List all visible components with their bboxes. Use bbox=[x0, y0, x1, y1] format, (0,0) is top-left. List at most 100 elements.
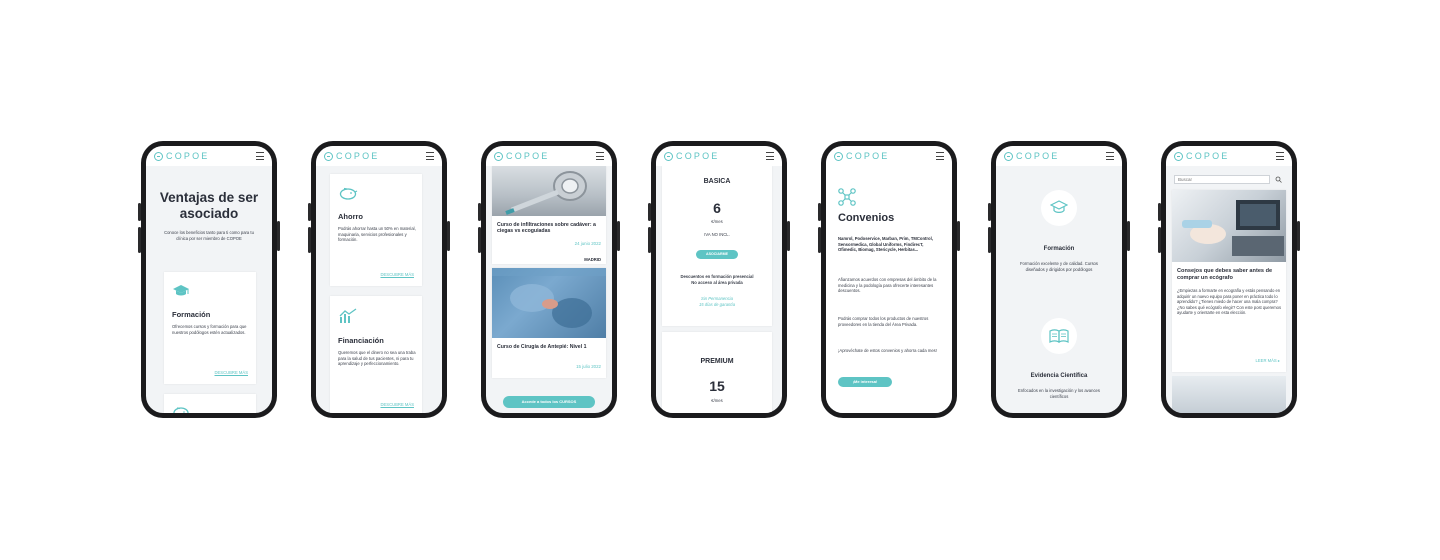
site-logo[interactable]: COPOE bbox=[336, 151, 380, 161]
card-text: Podrás ahorrar hasta un 50% en material,… bbox=[338, 226, 416, 243]
phone-mockup-convenios: COPOE Convenios Namrol, Podoservice, Mar… bbox=[818, 141, 960, 418]
plan-feature: Descuentos en formación presencial bbox=[680, 274, 754, 279]
card-title: Financiación bbox=[338, 336, 384, 345]
join-button[interactable]: ASOCIARME bbox=[696, 250, 738, 259]
site-header: COPOE bbox=[826, 146, 952, 166]
site-logo[interactable]: COPOE bbox=[506, 151, 550, 161]
convenios-paragraph: Afianzamos acuerdos con empresas del ámb… bbox=[838, 277, 937, 294]
plan-price: 15 bbox=[709, 378, 725, 394]
course-date: 15 julio 2022 bbox=[576, 364, 601, 369]
phone-screen: COPOE Buscar Consejos que debes saber an… bbox=[1166, 146, 1292, 413]
hamburger-menu-icon[interactable] bbox=[596, 152, 604, 160]
site-header: COPOE bbox=[656, 146, 782, 166]
all-courses-button[interactable]: Accede a todos los CURSOS bbox=[503, 396, 595, 408]
site-logo[interactable]: COPOE bbox=[676, 151, 720, 161]
search-icon[interactable] bbox=[1275, 176, 1282, 183]
interest-button[interactable]: ¡Me interesa! bbox=[838, 377, 892, 387]
benefit-card-financiacion: Financiación Queremos que el dinero no s… bbox=[330, 296, 422, 413]
discover-more-link[interactable]: DESCUBRE MÁS bbox=[214, 370, 248, 375]
open-book-icon bbox=[1049, 329, 1069, 343]
piggy-bank-icon bbox=[339, 187, 358, 200]
copoe-logo-icon[interactable] bbox=[154, 151, 163, 161]
phone-screen: COPOE BASICA 6 €/mes IVA NO INCL. ASOCIA… bbox=[656, 146, 782, 413]
feature-text: Formación excelente y de calidad. Cursos… bbox=[1020, 261, 1098, 272]
site-logo[interactable]: COPOE bbox=[1186, 151, 1230, 161]
plan-note: 15 días de garantía bbox=[698, 302, 736, 307]
page-title: Ventajas de ser asociado bbox=[159, 190, 259, 221]
plan-price: 6 bbox=[713, 200, 721, 216]
next-post-photo bbox=[1172, 376, 1286, 413]
site-logo[interactable]: COPOE bbox=[1016, 151, 1060, 161]
feature-text: Enfocados en la investigación y los avan… bbox=[1018, 388, 1100, 399]
site-header: COPOE bbox=[486, 146, 612, 166]
plan-feature: No acceso al área privada bbox=[691, 280, 743, 285]
copoe-logo-icon[interactable] bbox=[664, 151, 673, 161]
course-title[interactable]: Curso de Cirugía de Antepié: Nivel 1 bbox=[497, 344, 597, 350]
hamburger-menu-icon[interactable] bbox=[256, 152, 264, 160]
card-title: Formación bbox=[172, 310, 211, 319]
chevron-right-icon: ▸ bbox=[1277, 358, 1280, 363]
ultrasound-photo bbox=[1172, 190, 1286, 262]
site-header: COPOE bbox=[146, 146, 272, 166]
intro-text: Conoce los beneficios tanto para ti como… bbox=[164, 230, 254, 241]
surgery-photo bbox=[492, 268, 606, 338]
convenios-paragraph: ¡Aprovéchate de estos convenios y ahorra… bbox=[838, 348, 937, 353]
post-excerpt: ¿Empiezas a formarte en ecografía y está… bbox=[1177, 288, 1281, 316]
icon-circle bbox=[1041, 318, 1077, 354]
graduation-cap-icon bbox=[1050, 200, 1068, 213]
hamburger-menu-icon[interactable] bbox=[1276, 152, 1284, 160]
phone-mockup-cursos: COPOE Curso de infiltraciones sobre cadá… bbox=[478, 141, 620, 418]
syringe-photo bbox=[492, 166, 606, 216]
hamburger-menu-icon[interactable] bbox=[766, 152, 774, 160]
plan-note: Sin Permanencia bbox=[701, 296, 733, 301]
partner-brands: Namrol, Podoservice, Marban, Prim, TMCon… bbox=[838, 236, 933, 253]
plan-name: PREMIUM bbox=[700, 358, 734, 365]
discover-more-link[interactable]: DESCUBRE MÁS bbox=[380, 402, 414, 407]
card-title: Ahorro bbox=[338, 212, 363, 221]
convenios-paragraph: Podrás comprar todos los productos de nu… bbox=[838, 316, 929, 327]
hamburger-menu-icon[interactable] bbox=[936, 152, 944, 160]
course-card-2[interactable]: Curso de Cirugía de Antepié: Nivel 1 15 … bbox=[492, 268, 606, 378]
card-text: Queremos que el dinero no sea una traba … bbox=[338, 350, 416, 367]
growth-chart-icon bbox=[339, 308, 357, 323]
copoe-logo-icon[interactable] bbox=[1004, 151, 1013, 161]
benefit-card-formacion: Formación Ofrecemos cursos y formación p… bbox=[164, 272, 256, 384]
plan-unit: €/mes bbox=[711, 398, 723, 403]
site-header: COPOE bbox=[316, 146, 442, 166]
phone-screen: COPOE Ventajas de ser asociado Conoce lo… bbox=[146, 146, 272, 413]
copoe-logo-icon[interactable] bbox=[834, 151, 843, 161]
course-title[interactable]: Curso de infiltraciones sobre cadáver: a… bbox=[497, 222, 597, 235]
read-more-label[interactable]: LEER MÁS bbox=[1256, 358, 1277, 363]
phone-mockup-cuotas: COPOE BASICA 6 €/mes IVA NO INCL. ASOCIA… bbox=[648, 141, 790, 418]
course-card-1[interactable]: Curso de infiltraciones sobre cadáver: a… bbox=[492, 166, 606, 264]
graduation-cap-icon bbox=[173, 285, 189, 296]
plan-name: BASICA bbox=[703, 178, 731, 185]
section-title: Convenios bbox=[838, 212, 895, 224]
network-icon bbox=[838, 188, 856, 206]
copoe-logo-icon[interactable] bbox=[494, 151, 503, 161]
icon-circle bbox=[1041, 190, 1077, 226]
phone-mockup-valores: COPOE Formación Formación excelente y de… bbox=[988, 141, 1130, 418]
benefit-card-ahorro-partial bbox=[164, 394, 256, 413]
phone-mockup-blog: COPOE Buscar Consejos que debes saber an… bbox=[1158, 141, 1300, 418]
search-input[interactable] bbox=[1174, 175, 1270, 184]
copoe-logo-icon[interactable] bbox=[324, 151, 333, 161]
phone-screen: COPOE Convenios Namrol, Podoservice, Mar… bbox=[826, 146, 952, 413]
post-title[interactable]: Consejos que debes saber antes de compra… bbox=[1177, 268, 1281, 282]
blog-post-card[interactable]: Consejos que debes saber antes de compra… bbox=[1172, 190, 1286, 372]
site-logo[interactable]: COPOE bbox=[166, 151, 210, 161]
discover-more-link[interactable]: DESCUBRE MÁS bbox=[380, 272, 414, 277]
phone-mockup-ventajas: COPOE Ventajas de ser asociado Conoce lo… bbox=[138, 141, 280, 418]
phone-screen: COPOE Curso de infiltraciones sobre cadá… bbox=[486, 146, 612, 413]
hamburger-menu-icon[interactable] bbox=[426, 152, 434, 160]
plan-tax-note: IVA NO INCL. bbox=[704, 232, 730, 237]
site-header: COPOE bbox=[1166, 146, 1292, 166]
read-more-link[interactable]: LEER MÁS ▸ bbox=[1256, 358, 1280, 363]
phone-mockup-ahorro: COPOE Ahorro Podrás ahorrar hasta un 50%… bbox=[308, 141, 450, 418]
hamburger-menu-icon[interactable] bbox=[1106, 152, 1114, 160]
site-logo[interactable]: COPOE bbox=[846, 151, 890, 161]
benefit-card-ahorro: Ahorro Podrás ahorrar hasta un 50% en ma… bbox=[330, 174, 422, 286]
copoe-logo-icon[interactable] bbox=[1174, 151, 1183, 161]
plan-card-premium: PREMIUM 15 €/mes bbox=[662, 332, 772, 413]
plan-unit: €/mes bbox=[711, 219, 723, 224]
